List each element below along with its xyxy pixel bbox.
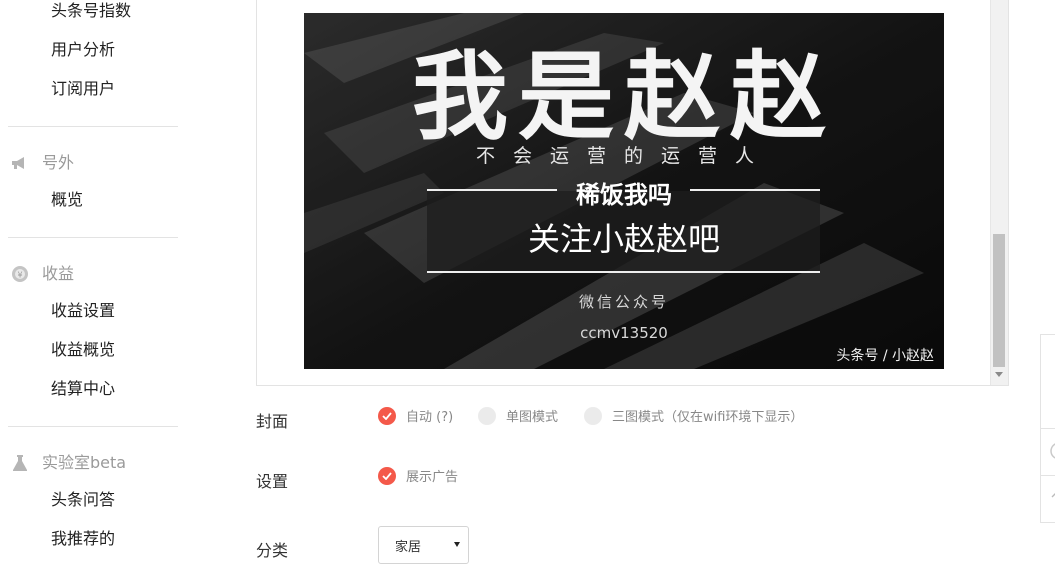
cover-option-label: 自动 (?) (406, 410, 454, 425)
help-icon[interactable] (1049, 441, 1055, 461)
cover-option-triple[interactable]: 三图模式（仅在wifi环境下显示） (584, 406, 803, 425)
radio-unchecked-icon[interactable] (478, 406, 496, 425)
poster-watermark: 头条号 / 小赵赵 (836, 348, 934, 364)
sidebar-section-revenue[interactable]: ¥ 收益 (10, 264, 74, 284)
cover-option-label: 单图模式 (506, 410, 559, 425)
sidebar-item-revenue-overview[interactable]: 收益概览 (51, 340, 115, 360)
sidebar: 头条号指数 用户分析 订阅用户 号外 概览 ¥ 收益 收益设置 收益概览 结算中… (0, 0, 180, 567)
chevron-down-icon (454, 542, 460, 547)
sidebar-item-account-index[interactable]: 头条号指数 (51, 1, 131, 21)
poster-tagline: 不会运营的运营人 (475, 145, 772, 167)
sidebar-section-title: 号外 (42, 153, 75, 172)
sidebar-section-extra[interactable]: 号外 (10, 153, 74, 173)
sidebar-divider (8, 237, 178, 238)
cover-label: 封面 (256, 412, 289, 431)
poster-wechat-label: 微信公众号 (578, 293, 669, 311)
poster-title: 我是赵赵 (412, 40, 836, 153)
poster-line (427, 271, 820, 273)
poster-subheading: 稀饭我吗 (576, 180, 672, 209)
category-label: 分类 (256, 541, 289, 560)
coin-icon: ¥ (10, 264, 30, 284)
sidebar-item-subscribers[interactable]: 订阅用户 (51, 79, 115, 99)
sidebar-item-settlement-center[interactable]: 结算中心 (51, 379, 115, 399)
floating-toolbar[interactable] (1040, 334, 1055, 523)
sidebar-item-user-analysis[interactable]: 用户分析 (51, 40, 115, 60)
poster-wechat-id: ccmv13520 (580, 324, 668, 342)
sidebar-section-lab[interactable]: 实验室beta (10, 453, 126, 473)
sidebar-divider (8, 426, 178, 427)
sidebar-section-title: 收益 (42, 264, 75, 283)
toolbar-divider (1041, 428, 1055, 429)
cover-image: 我是赵赵 不会运营的运营人 稀饭我吗 关注小赵赵吧 微信公众号 ccmv1352… (304, 13, 944, 369)
sidebar-divider (8, 126, 178, 127)
megaphone-icon (10, 153, 30, 173)
cover-option-auto[interactable]: 自动 (?) (378, 406, 453, 425)
poster-main-text: 关注小赵赵吧 (527, 220, 720, 258)
sidebar-section-title: 实验室beta (42, 453, 127, 472)
sidebar-item-revenue-settings[interactable]: 收益设置 (51, 301, 115, 321)
svg-text:¥: ¥ (17, 271, 22, 280)
flask-icon (10, 453, 30, 473)
show-ads-label: 展示广告 (406, 470, 459, 485)
sidebar-item-overview[interactable]: 概览 (51, 190, 83, 210)
toolbar-divider (1041, 475, 1055, 476)
category-select[interactable]: 家居 (378, 526, 469, 564)
radio-checked-icon[interactable] (378, 406, 396, 425)
category-value: 家居 (395, 539, 422, 555)
scroll-down-icon[interactable] (995, 372, 1003, 377)
preview-scrollbar[interactable] (990, 0, 1008, 385)
checkbox-checked-icon[interactable] (378, 466, 396, 485)
radio-unchecked-icon[interactable] (584, 406, 602, 425)
back-to-top-icon[interactable] (1051, 491, 1055, 501)
sidebar-item-my-recommended[interactable]: 我推荐的 (51, 529, 115, 549)
cover-option-single[interactable]: 单图模式 (478, 406, 558, 425)
cover-option-label: 三图模式（仅在wifi环境下显示） (612, 410, 804, 425)
settings-label: 设置 (256, 472, 289, 491)
scrollbar-thumb[interactable] (993, 234, 1005, 367)
sidebar-item-qa[interactable]: 头条问答 (51, 490, 115, 510)
show-ads-checkbox[interactable]: 展示广告 (378, 466, 458, 485)
